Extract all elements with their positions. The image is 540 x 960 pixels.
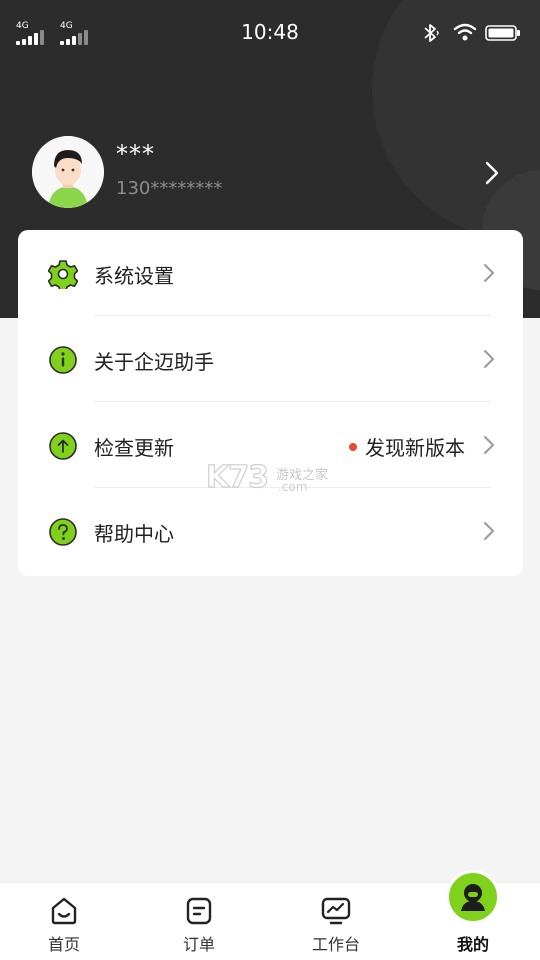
watermark-domain: .com — [278, 480, 308, 494]
tab-label: 工作台 — [311, 935, 360, 954]
watermark-logo: K73 — [205, 459, 269, 495]
tab-orders[interactable]: 订单 — [149, 883, 249, 960]
settings-menu-card: 系统设置 关于企迈助手 检查更新 发现新版本 帮助中心 — [18, 230, 523, 576]
upload-arrow-icon — [49, 432, 77, 460]
profile-avatar-icon — [461, 884, 485, 911]
settings-gear-icon — [48, 260, 78, 289]
home-icon — [51, 897, 77, 925]
info-icon — [49, 346, 77, 374]
avatar[interactable] — [32, 136, 104, 208]
menu-item-label: 检查更新 — [94, 436, 174, 460]
menu-item-label: 帮助中心 — [94, 522, 174, 546]
badge-dot — [349, 442, 357, 451]
bluetooth-icon — [424, 24, 439, 42]
menu-item-label: 关于企迈助手 — [94, 350, 214, 374]
chevron-right-icon — [484, 350, 494, 368]
tab-workbench[interactable]: 工作台 — [286, 883, 386, 960]
tab-mine-bubble[interactable] — [446, 870, 500, 924]
menu-item-about[interactable]: 关于企迈助手 — [18, 316, 523, 402]
tab-label: 订单 — [182, 935, 215, 954]
avatar-illustration — [32, 136, 104, 208]
new-version-badge: 发现新版本 — [349, 432, 465, 461]
user-phone: 130******** — [116, 178, 223, 199]
workbench-monitor-icon — [321, 897, 351, 925]
k73-watermark: K73 游戏之家 .com — [205, 459, 336, 500]
tab-home[interactable]: 首页 — [14, 883, 114, 960]
chevron-right-icon — [484, 264, 494, 282]
badge-text: 发现新版本 — [365, 436, 465, 460]
profile-summary[interactable]: *** 130******** — [32, 136, 512, 208]
user-name: *** — [116, 140, 155, 168]
menu-item-label: 系统设置 — [94, 264, 174, 288]
status-bar: 4G 4G 10:48 — [0, 0, 540, 64]
menu-item-system-settings[interactable]: 系统设置 — [18, 230, 523, 316]
chevron-right-icon — [484, 522, 494, 540]
tab-label: 我的 — [456, 935, 489, 954]
menu-item-help-center[interactable]: 帮助中心 — [18, 488, 523, 574]
help-question-icon — [49, 518, 77, 546]
chevron-right-icon[interactable] — [482, 160, 502, 186]
chevron-right-icon — [484, 436, 494, 454]
tab-label: 首页 — [47, 935, 80, 954]
wifi-icon — [453, 23, 477, 41]
order-icon — [186, 897, 212, 925]
battery-icon — [485, 25, 520, 41]
